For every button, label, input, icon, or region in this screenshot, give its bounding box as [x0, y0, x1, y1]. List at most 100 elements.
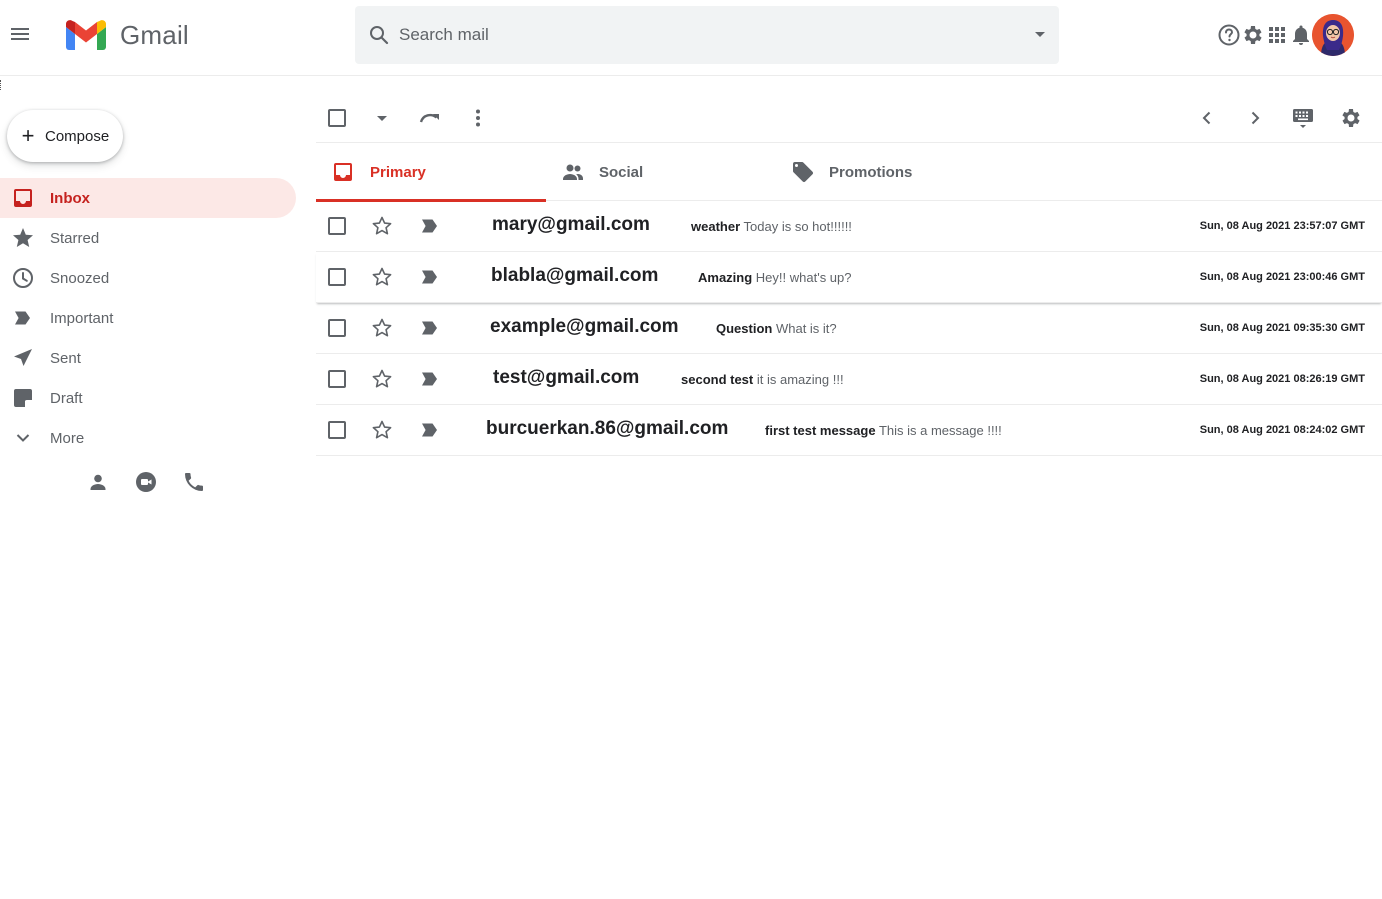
- email-row[interactable]: test@gmail.com second test it is amazing…: [316, 354, 1382, 405]
- select-all-checkbox[interactable]: [325, 106, 349, 130]
- tab-label: Social: [599, 163, 644, 181]
- inbox-icon: [11, 186, 35, 210]
- email-sender: test@gmail.com: [493, 367, 640, 388]
- sidebar-item-draft[interactable]: Draft: [0, 378, 296, 418]
- star-icon: [11, 226, 35, 250]
- email-row[interactable]: blabla@gmail.com Amazing Hey!! what's up…: [316, 252, 1382, 303]
- divider-mark: [0, 80, 2, 90]
- email-snippet: it is amazing !!!: [756, 372, 844, 387]
- tab-promotions[interactable]: Promotions: [776, 143, 1006, 201]
- search-bar[interactable]: [355, 6, 1059, 64]
- email-subject: Question: [716, 321, 773, 336]
- row-checkbox[interactable]: [325, 367, 349, 391]
- inbox-icon: [331, 160, 355, 184]
- contacts-person-icon[interactable]: [86, 470, 110, 494]
- email-date: Sun, 08 Aug 2021 23:57:07 GMT: [1199, 220, 1365, 232]
- gmail-logo[interactable]: Gmail: [66, 18, 189, 52]
- email-row[interactable]: example@gmail.com Question What is it? S…: [316, 303, 1382, 354]
- sidebar-item-label: Important: [50, 309, 114, 327]
- email-snippet: This is a message !!!!: [878, 423, 1002, 438]
- email-sender: burcuerkan.86@gmail.com: [486, 418, 729, 439]
- chevron-right-icon[interactable]: [1243, 106, 1267, 130]
- chevron-left-icon[interactable]: [1195, 106, 1219, 130]
- email-sender: blabla@gmail.com: [491, 265, 659, 286]
- sidebar-item-important[interactable]: Important: [0, 298, 296, 338]
- sidebar-item-label: Inbox: [50, 189, 90, 207]
- gmail-m-icon: [66, 20, 106, 50]
- label-important-icon: [11, 306, 35, 330]
- sidebar-item-more[interactable]: More: [0, 418, 296, 458]
- meet-video-icon[interactable]: [134, 470, 158, 494]
- sidebar-item-inbox[interactable]: Inbox: [0, 178, 296, 218]
- user-avatar[interactable]: [1312, 14, 1354, 56]
- phone-call-icon[interactable]: [182, 470, 206, 494]
- tab-social[interactable]: Social: [546, 143, 776, 201]
- email-preview: Question What is it?: [716, 321, 837, 336]
- sidebar-item-starred[interactable]: Starred: [0, 218, 296, 258]
- label-important-icon[interactable]: [418, 265, 442, 289]
- email-preview: weather Today is so hot!!!!!!: [691, 219, 852, 234]
- settings-gear-icon[interactable]: [1241, 23, 1265, 47]
- top-header: Gmail: [0, 0, 1382, 76]
- email-snippet: Hey!! what's up?: [755, 270, 852, 285]
- email-list: mary@gmail.com weather Today is so hot!!…: [316, 201, 1382, 456]
- draft-icon: [11, 386, 35, 410]
- sidebar-item-label: Draft: [50, 389, 83, 407]
- star-outline-icon[interactable]: [370, 418, 394, 442]
- tab-label: Promotions: [829, 163, 913, 181]
- more-vert-icon[interactable]: [466, 106, 490, 130]
- label-important-icon[interactable]: [418, 418, 442, 442]
- email-subject: first test message: [765, 423, 876, 438]
- search-input[interactable]: [399, 25, 999, 45]
- email-date: Sun, 08 Aug 2021 08:26:19 GMT: [1199, 373, 1365, 385]
- sidebar-item-label: Starred: [50, 229, 100, 247]
- email-date: Sun, 08 Aug 2021 09:35:30 GMT: [1199, 322, 1365, 334]
- sidebar-item-sent[interactable]: Sent: [0, 338, 296, 378]
- email-subject: second test: [681, 372, 754, 387]
- refresh-icon[interactable]: [418, 106, 442, 130]
- apps-grid-icon[interactable]: [1265, 23, 1289, 47]
- label-important-icon[interactable]: [418, 214, 442, 238]
- people-icon: [561, 160, 585, 184]
- row-checkbox[interactable]: [325, 265, 349, 289]
- email-preview: second test it is amazing !!!: [681, 372, 844, 387]
- tab-label: Primary: [370, 163, 426, 181]
- star-outline-icon[interactable]: [370, 214, 394, 238]
- row-checkbox[interactable]: [325, 418, 349, 442]
- row-checkbox[interactable]: [325, 214, 349, 238]
- plus-icon: +: [21, 123, 35, 148]
- sidebar-item-label: Sent: [50, 349, 81, 367]
- inbox-tabs: Primary Social Promotions: [316, 142, 1382, 202]
- settings-gear-icon[interactable]: [1339, 106, 1363, 130]
- search-options-caret-icon[interactable]: [1035, 32, 1045, 37]
- row-checkbox[interactable]: [325, 316, 349, 340]
- sidebar-item-snoozed[interactable]: Snoozed: [0, 258, 296, 298]
- sidebar-item-label: Snoozed: [50, 269, 110, 287]
- notifications-bell-icon[interactable]: [1289, 23, 1313, 47]
- label-important-icon[interactable]: [418, 367, 442, 391]
- select-dropdown-caret-icon[interactable]: [370, 106, 394, 130]
- email-snippet: What is it?: [775, 321, 837, 336]
- email-row[interactable]: mary@gmail.com weather Today is so hot!!…: [316, 201, 1382, 252]
- tab-primary[interactable]: Primary: [316, 143, 546, 202]
- sidebar-nav: Inbox Starred Snoozed Important Sent Dra…: [0, 178, 296, 458]
- email-row[interactable]: burcuerkan.86@gmail.com first test messa…: [316, 405, 1382, 456]
- email-subject: Amazing: [698, 270, 753, 285]
- chevron-down-icon: [11, 426, 35, 450]
- label-important-icon[interactable]: [418, 316, 442, 340]
- email-preview: first test message This is a message !!!…: [765, 423, 1002, 438]
- compose-button[interactable]: + Compose: [7, 110, 123, 162]
- clock-icon: [11, 266, 35, 290]
- star-outline-icon[interactable]: [370, 316, 394, 340]
- search-icon[interactable]: [367, 23, 391, 47]
- email-subject: weather: [691, 219, 741, 234]
- star-outline-icon[interactable]: [370, 367, 394, 391]
- star-outline-icon[interactable]: [370, 265, 394, 289]
- keyboard-icon[interactable]: [1291, 106, 1315, 130]
- email-snippet: Today is so hot!!!!!!: [743, 219, 852, 234]
- help-icon[interactable]: [1217, 23, 1241, 47]
- email-sender: example@gmail.com: [490, 316, 679, 337]
- main-menu-icon[interactable]: [8, 22, 32, 46]
- email-sender: mary@gmail.com: [492, 214, 650, 235]
- email-date: Sun, 08 Aug 2021 23:00:46 GMT: [1199, 271, 1365, 283]
